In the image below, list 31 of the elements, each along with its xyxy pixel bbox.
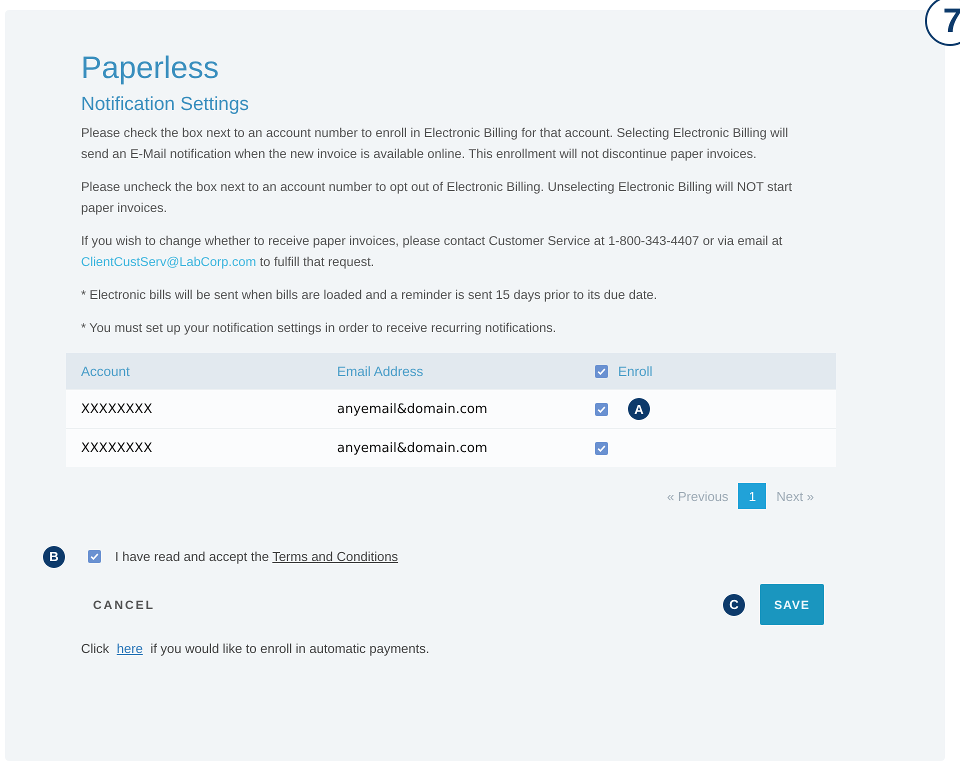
callout-marker: B <box>43 546 65 568</box>
info-paragraph: If you wish to change whether to receive paper invoices, please contact Customer Service at 1-800-343-4407 or via email at ClientCustServ@LabCorp.com to fulfill that request. <box>81 232 784 271</box>
table-cell-text: XXXXXXXX <box>80 402 154 416</box>
terms-link[interactable]: Terms and Conditions <box>272 549 398 564</box>
callout-marker: C <box>723 594 745 616</box>
callout-marker: A <box>628 398 650 420</box>
info-paragraph: * Electronic bills will be sent when bills are loaded and a reminder is sent 15 days prior to its due date. <box>81 286 658 304</box>
info-paragraph: Please check the box next to an account number to enroll in Electronic Billing for that account. Selecting Electronic Billing will send an E-Mail notification when the new invoice is available online. This enrollment will not discontinue paper invoices. <box>81 124 790 163</box>
previous-link[interactable]: « Previous <box>667 488 728 504</box>
table-cell-text: anyemail&domain.com <box>337 440 488 456</box>
info-paragraph: Please uncheck the box next to an account number to opt out of Electronic Billing. Unselecting Electronic Billing will NOT start paper invoices. <box>81 178 794 217</box>
table-cell-text: XXXXXXXX <box>80 440 154 456</box>
footer-text: Click here if you would like to enroll in automatic payments. <box>81 641 430 656</box>
page-title: Paperless <box>81 50 220 86</box>
save-button[interactable]: SAVE <box>760 584 824 625</box>
checkbox[interactable] <box>595 442 608 454</box>
cancel-button[interactable]: CANCEL <box>81 592 167 618</box>
checkbox[interactable] <box>595 402 608 416</box>
column-header: Enroll <box>618 364 653 378</box>
column-header: Email Address <box>337 364 424 378</box>
table-cell-text: anyemail&domain.com <box>337 402 488 416</box>
column-header: Account <box>80 364 131 378</box>
checkbox[interactable] <box>595 364 608 378</box>
checkbox[interactable] <box>88 550 101 563</box>
email-link[interactable]: ClientCustServ@LabCorp.com <box>81 254 256 269</box>
next-link[interactable]: Next » <box>776 488 814 504</box>
page-button[interactable]: 1 <box>738 483 766 509</box>
section-title: Notification Settings <box>81 94 250 116</box>
terms-label: I have read and accept the Terms and Conditions <box>115 549 398 564</box>
here-link[interactable]: here <box>116 641 143 656</box>
info-paragraph: * You must set up your notification settings in order to receive recurring notifications. <box>81 319 558 337</box>
